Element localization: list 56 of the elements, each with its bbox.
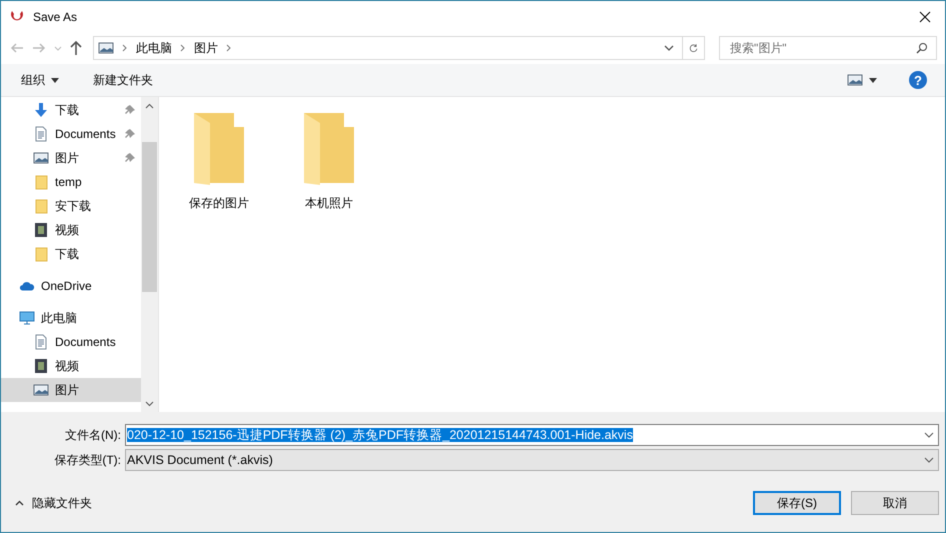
nav-pane-item[interactable]: 下载 [1,98,141,122]
nav-pane-item[interactable]: 视频 [1,354,141,378]
caret-icon [869,78,877,82]
window-title: Save As [33,10,78,24]
filename-field[interactable]: 020-12-10_152156-迅捷PDF转换器 (2)_赤兔PDF转换器_20201215144743.001-Hide.akvis [125,424,939,446]
breadcrumb[interactable]: 图片 [194,40,218,56]
search-icon [916,42,928,54]
down-arrow-icon [33,102,49,118]
new-folder-button[interactable]: 新建文件夹 [91,70,155,90]
monitor-icon [19,310,35,326]
folder-icon [33,198,49,214]
breadcrumb[interactable]: 此电脑 [136,40,172,56]
save-button[interactable]: 保存(S) [753,491,841,515]
document-icon [33,334,49,350]
picture-icon [847,72,863,88]
nav-pane-item[interactable]: temp [1,170,141,194]
close-icon [919,10,931,22]
nav-pane-item[interactable]: 图片 [1,146,141,170]
nav-pane-item[interactable]: OneDrive [1,274,141,298]
file-type-dropdown[interactable]: AKVIS Document (*.akvis) [125,449,939,471]
nav-pane-item[interactable]: 此电脑 [1,306,141,330]
address-bar[interactable]: 此电脑 图片 [93,36,705,60]
cancel-button[interactable]: 取消 [851,491,939,515]
filename-label: 文件名(N): [64,426,122,444]
nav-pane-item[interactable]: 视频 [1,218,141,242]
chevron-up-icon [145,102,154,108]
folder-name[interactable]: 保存的图片 [189,195,249,212]
help-button[interactable]: ? [909,71,927,89]
nav-pane-item[interactable]: 图片 [1,378,141,402]
nav-pane-item[interactable]: 下载 [1,242,141,266]
hide-folders-button[interactable]: 隐藏文件夹 [15,494,92,512]
organize-menu[interactable]: 组织 [19,70,61,90]
search-field[interactable]: 搜索"图片" [719,36,937,60]
chevron-icon [122,44,128,52]
up-button[interactable] [69,40,83,56]
folder-name[interactable]: 本机照片 [305,195,353,212]
folder-icon [33,174,49,190]
file-type-label: 保存类型(T): [53,452,122,468]
caret-icon [51,78,59,82]
chevron-down-icon [145,400,154,406]
nav-pane-item[interactable]: Documents [1,330,141,354]
document-icon [33,126,49,142]
film-icon [33,358,49,374]
folder-icon [33,246,49,262]
scrollbar-thumb[interactable] [142,142,157,292]
picture-icon [33,382,49,398]
film-icon [33,222,49,238]
picture-icon [98,40,114,56]
chevron-icon [180,44,186,52]
search-input[interactable]: 搜索"图片" [728,40,916,56]
nav-pane-item[interactable]: 安下载 [1,194,141,218]
nav-pane-item[interactable]: Documents [1,122,141,146]
chevron-icon [226,44,232,52]
chevron-up-icon [15,500,24,506]
picture-icon [33,150,49,166]
refresh-icon [689,42,698,54]
